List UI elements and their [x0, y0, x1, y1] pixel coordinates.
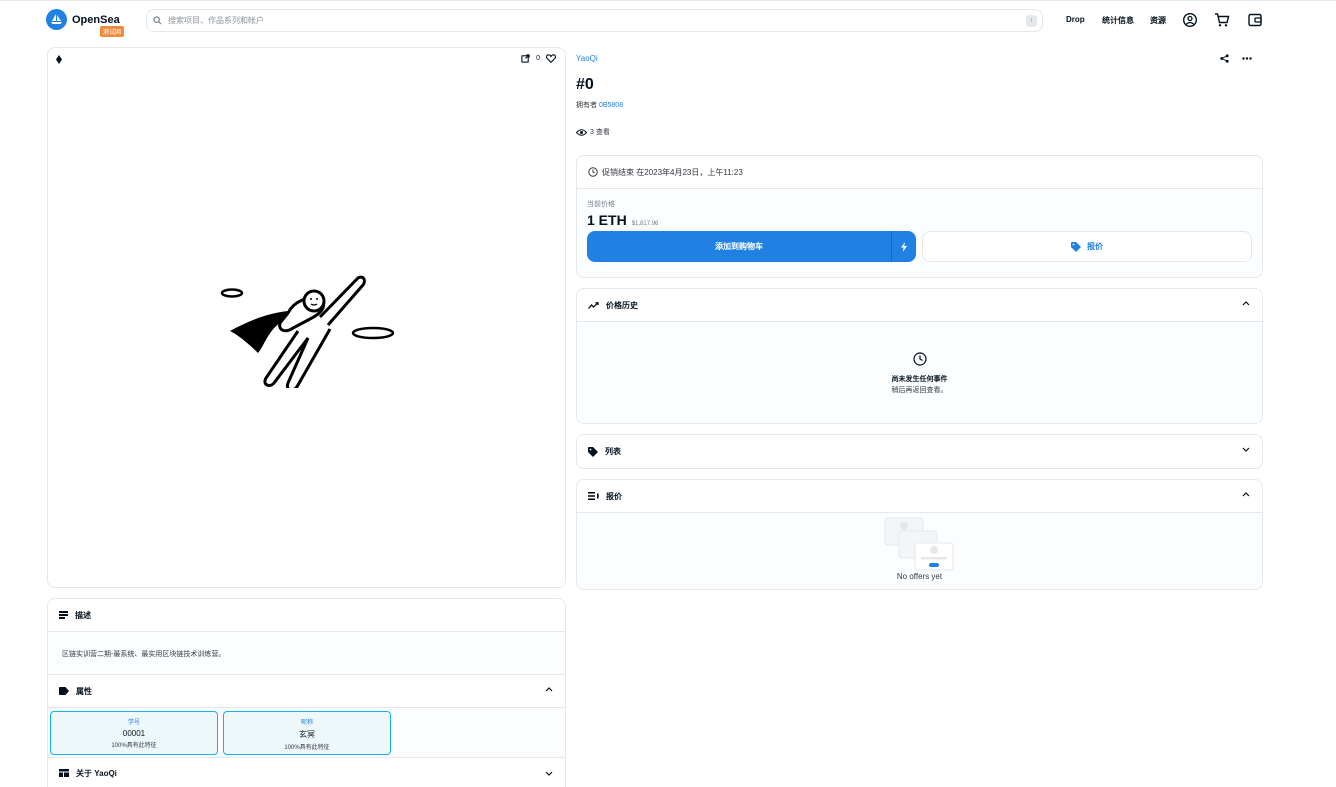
- price-history-header[interactable]: 价格历史: [577, 289, 1262, 322]
- description-header[interactable]: 描述: [48, 599, 565, 632]
- sale-panel: 促销结束 在2023年4月23日，上午11:23 当前价格 1 ETH $1,8…: [576, 155, 1263, 278]
- tag-icon: [588, 446, 598, 457]
- tag-icon: [1071, 241, 1081, 252]
- favorite-count: 0: [536, 55, 540, 62]
- details-panel: 描述 区链实训营二期-最系统、最实用区块链技术训练营。 属性 学号 00001 …: [47, 598, 566, 787]
- owner-label: 拥有者: [576, 102, 597, 109]
- price-history-panel: 价格历史 尚未发生任何事件 稍后再返回查看。: [576, 288, 1263, 424]
- opensea-boat-icon: [46, 9, 67, 30]
- offers-list-icon: [588, 492, 599, 500]
- description-title: 描述: [75, 610, 91, 620]
- price-history-title: 价格历史: [606, 300, 638, 310]
- chevron-up-icon[interactable]: [1242, 301, 1250, 306]
- trait-value: 玄冥: [299, 730, 315, 739]
- sale-end-text: 促销结束 在2023年4月23日，上午11:23: [602, 167, 743, 177]
- owner-line: 拥有者 0B5808: [576, 100, 623, 110]
- ethereum-icon: [56, 55, 62, 64]
- search-icon: [153, 16, 162, 25]
- open-external-icon[interactable]: [521, 54, 530, 63]
- trait-type: 学号: [127, 720, 140, 726]
- offers-panel: 报价 No offers yet: [576, 479, 1263, 590]
- chevron-up-icon[interactable]: [1242, 492, 1250, 497]
- search-bar[interactable]: /: [146, 9, 1043, 32]
- nav-stats[interactable]: 统计信息: [1102, 15, 1134, 26]
- properties-list: 学号 00001 100%具有此特征 昵称 玄冥 100%具有此特征: [48, 708, 565, 758]
- owner-address-link[interactable]: 0B5808: [599, 102, 623, 109]
- make-offer-button[interactable]: 报价: [922, 231, 1252, 262]
- chevron-up-icon[interactable]: [545, 687, 553, 692]
- search-input[interactable]: [168, 16, 1018, 25]
- lightning-icon: [901, 241, 907, 252]
- trait-card[interactable]: 学号 00001 100%具有此特征: [50, 711, 218, 755]
- no-offers-text: No offers yet: [896, 572, 943, 581]
- offers-title: 报价: [606, 491, 622, 501]
- trait-card[interactable]: 昵称 玄冥 100%具有此特征: [223, 711, 391, 755]
- collection-info-icon: [59, 769, 69, 777]
- listings-header[interactable]: 列表: [577, 435, 1262, 468]
- empty-history-title: 尚未发生任何事件: [891, 376, 948, 383]
- share-icon[interactable]: [1220, 54, 1229, 63]
- heart-icon[interactable]: [546, 54, 556, 63]
- logo-text: OpenSea: [72, 13, 120, 26]
- tag-icon: [59, 687, 69, 695]
- clock-icon: [912, 352, 927, 366]
- top-nav: OpenSea 测试网 / Drop 统计信息 资源: [0, 0, 1336, 38]
- token-title: #0: [576, 76, 594, 93]
- views-text: 3 查看: [590, 129, 610, 136]
- trait-rarity: 100%具有此特征: [284, 745, 330, 751]
- price-eth: 1 ETH: [587, 212, 627, 228]
- price-label: 当前价格: [587, 201, 615, 208]
- chevron-down-icon[interactable]: [545, 771, 553, 776]
- clock-icon: [588, 167, 598, 177]
- eye-icon: [576, 128, 587, 136]
- properties-header[interactable]: 属性: [48, 675, 565, 708]
- search-shortcut-key: /: [1026, 15, 1037, 27]
- account-icon[interactable]: [1182, 12, 1198, 28]
- wallet-icon[interactable]: [1247, 12, 1263, 28]
- nft-media-panel: 0: [47, 47, 566, 588]
- make-offer-label: 报价: [1087, 242, 1103, 251]
- empty-history-subtitle: 稍后再返回查看。: [891, 387, 948, 394]
- listings-title: 列表: [605, 447, 621, 456]
- cart-icon[interactable]: [1214, 12, 1230, 28]
- sale-end-row: 促销结束 在2023年4月23日，上午11:23: [577, 156, 1262, 189]
- add-to-cart-button[interactable]: 添加到购物车: [587, 231, 891, 262]
- trend-chart-icon: [588, 301, 599, 309]
- trait-rarity: 100%具有此特征: [111, 743, 157, 749]
- nav-resources[interactable]: 资源: [1150, 15, 1166, 26]
- about-header[interactable]: 关于 YaoQi: [48, 758, 565, 787]
- price-usd: $1,817.96: [631, 221, 659, 227]
- collection-link[interactable]: YaoQi: [576, 54, 598, 63]
- description-text: 区链实训营二期-最系统、最实用区块链技术训练营。: [48, 632, 565, 675]
- offers-header[interactable]: 报价: [577, 480, 1262, 513]
- listings-panel: 列表: [576, 434, 1263, 469]
- nav-drop[interactable]: Drop: [1066, 15, 1085, 24]
- empty-offers-illustration: [884, 517, 954, 571]
- chevron-down-icon[interactable]: [1242, 447, 1250, 452]
- description-icon: [59, 611, 68, 619]
- about-title: 关于 YaoQi: [76, 768, 117, 778]
- testnet-badge: 测试网: [100, 26, 125, 37]
- trait-type: 昵称: [300, 720, 313, 726]
- buy-now-button[interactable]: [891, 231, 916, 262]
- trait-value: 00001: [122, 729, 146, 738]
- view-count: 3 查看: [576, 127, 610, 137]
- nft-image: [220, 275, 395, 388]
- more-options-icon[interactable]: [1242, 54, 1252, 63]
- properties-title: 属性: [76, 686, 92, 696]
